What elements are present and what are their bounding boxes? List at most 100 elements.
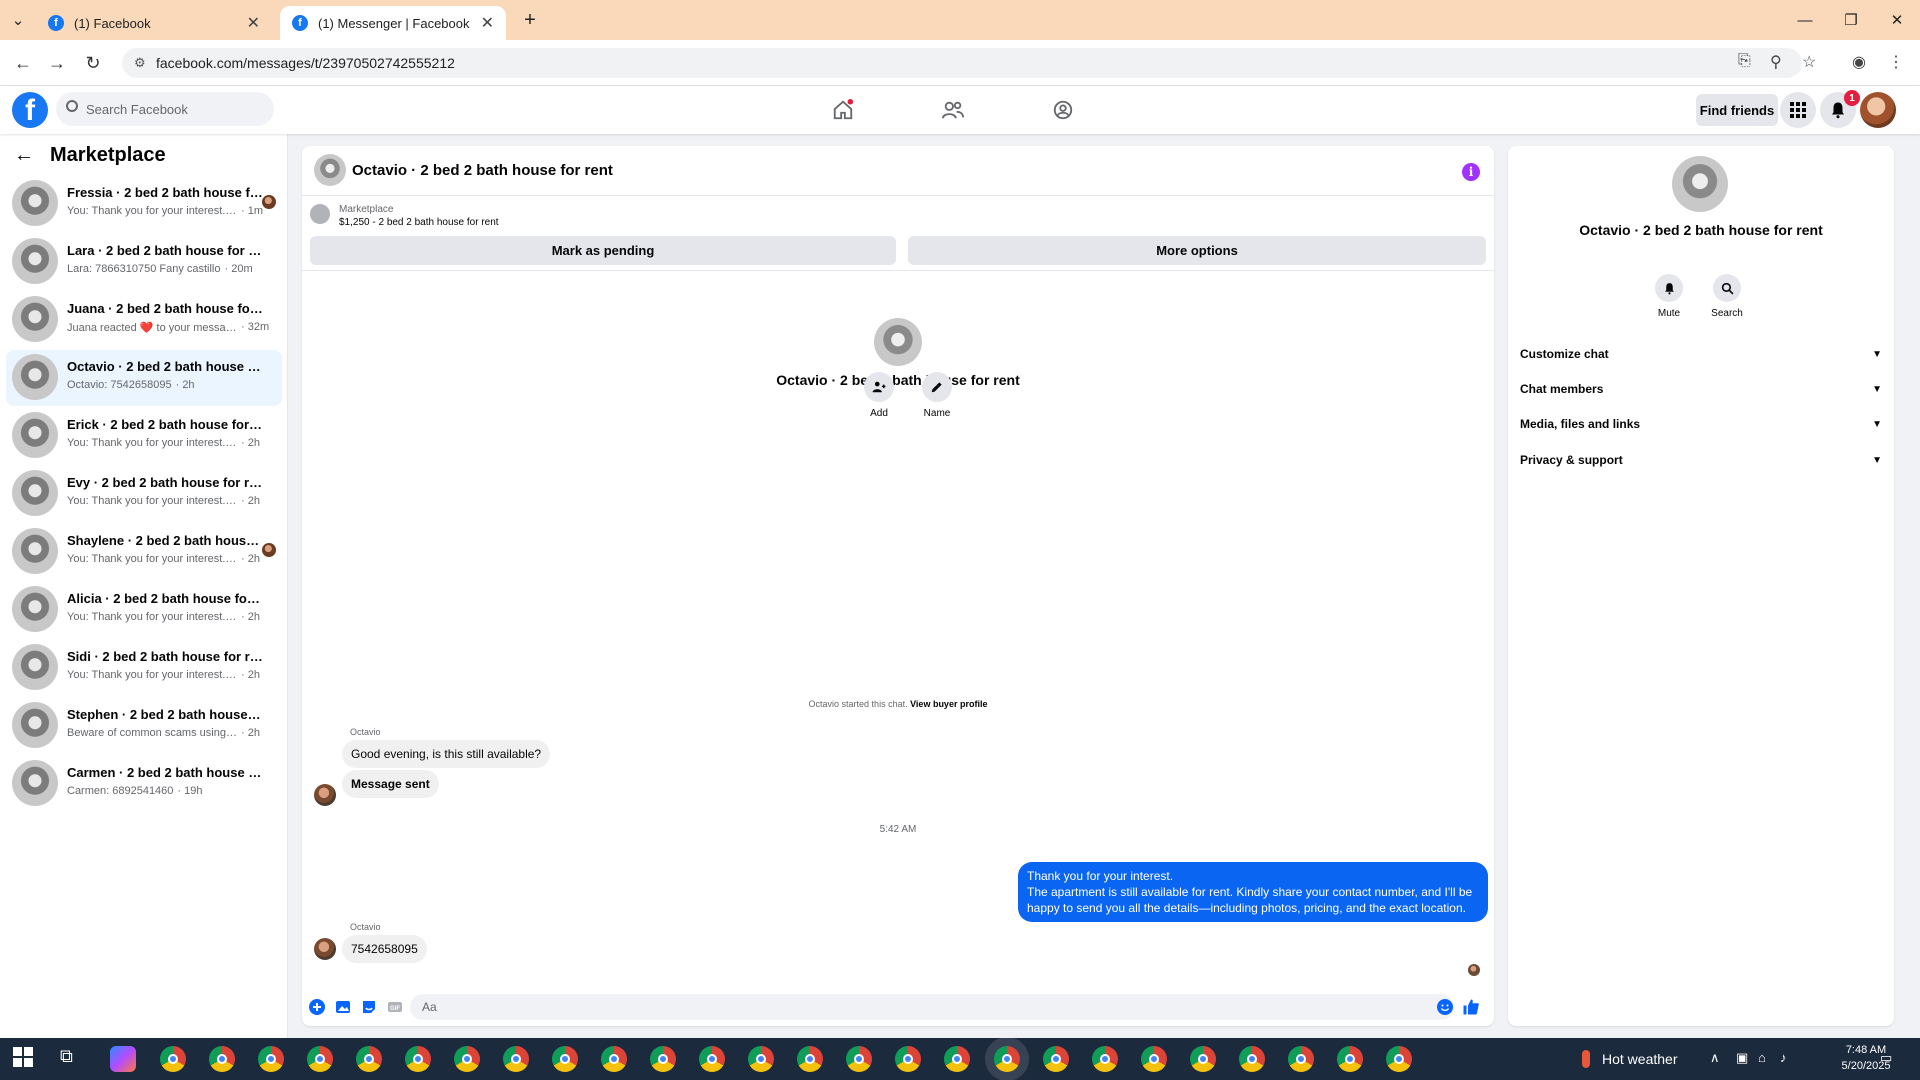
- message-input[interactable]: Aa: [410, 994, 1454, 1020]
- mute-button[interactable]: Mute: [1644, 274, 1694, 319]
- mark-as-pending-button[interactable]: Mark as pending: [310, 236, 896, 265]
- chrome-taskbar-icon[interactable]: [1386, 1046, 1412, 1072]
- chrome-taskbar-icon[interactable]: [650, 1046, 676, 1072]
- chrome-taskbar-icon[interactable]: [944, 1046, 970, 1072]
- conversation-item-fressia[interactable]: Fressia · 2 bed 2 bath house for ... You…: [6, 176, 282, 232]
- media-files-links-section[interactable]: Media, files and links ▼: [1520, 408, 1882, 440]
- chrome-taskbar-icon[interactable]: [797, 1046, 823, 1072]
- sender-avatar[interactable]: [314, 938, 336, 960]
- chrome-taskbar-icon[interactable]: [258, 1046, 284, 1072]
- info-icon[interactable]: i: [1462, 163, 1480, 181]
- add-button[interactable]: Add: [854, 372, 904, 419]
- facebook-logo-icon[interactable]: f: [12, 92, 48, 128]
- name-button[interactable]: Name: [912, 372, 962, 419]
- task-view-icon[interactable]: ⧉: [60, 1046, 86, 1072]
- back-arrow-icon[interactable]: ←: [14, 144, 34, 167]
- customize-chat-section[interactable]: Customize chat ▼: [1520, 338, 1882, 370]
- more-options-button[interactable]: More options: [908, 236, 1486, 265]
- kebab-menu-icon[interactable]: ⋮: [1888, 52, 1904, 72]
- outgoing-message[interactable]: Thank you for your interest. The apartme…: [1018, 862, 1488, 922]
- weather-widget[interactable]: Hot weather: [1582, 1050, 1677, 1068]
- thumbs-up-icon[interactable]: [1462, 998, 1480, 1016]
- listing-thumbnail[interactable]: [310, 204, 330, 224]
- chat-members-section[interactable]: Chat members ▼: [1520, 373, 1882, 405]
- close-window-icon[interactable]: ✕: [1874, 0, 1920, 40]
- chat-title[interactable]: Octavio · 2 bed 2 bath house for rent: [352, 162, 613, 179]
- profile-icon[interactable]: ◉: [1852, 52, 1866, 72]
- close-tab-icon[interactable]: ✕: [481, 13, 494, 33]
- conversation-item-lara[interactable]: Lara · 2 bed 2 bath house for rent Lara:…: [6, 234, 282, 290]
- chrome-taskbar-icon[interactable]: [1190, 1046, 1216, 1072]
- conversation-item-carmen[interactable]: Carmen · 2 bed 2 bath house for r... Car…: [6, 756, 282, 812]
- network-icon[interactable]: ⌂: [1758, 1050, 1766, 1065]
- chrome-taskbar-icon[interactable]: [160, 1046, 186, 1072]
- chrome-taskbar-icon[interactable]: [209, 1046, 235, 1072]
- chrome-taskbar-icon[interactable]: [1092, 1046, 1118, 1072]
- incoming-message[interactable]: Message sent: [342, 770, 439, 798]
- emoji-icon[interactable]: [1436, 998, 1454, 1016]
- menu-grid-icon[interactable]: [1780, 92, 1816, 128]
- find-friends-button[interactable]: Find friends: [1696, 94, 1778, 126]
- chrome-taskbar-icon[interactable]: [1288, 1046, 1314, 1072]
- new-tab-plus-icon[interactable]: +: [508, 0, 552, 40]
- gif-icon[interactable]: GIF: [386, 998, 404, 1016]
- chrome-taskbar-icon[interactable]: [1337, 1046, 1363, 1072]
- chrome-taskbar-icon[interactable]: [405, 1046, 431, 1072]
- minimize-icon[interactable]: —: [1782, 0, 1828, 40]
- page-scrollbar[interactable]: [1904, 86, 1920, 1038]
- chrome-taskbar-icon[interactable]: [307, 1046, 333, 1072]
- chrome-taskbar-icon[interactable]: [846, 1046, 872, 1072]
- zoom-icon[interactable]: ⚲: [1770, 52, 1782, 72]
- sticker-icon[interactable]: [360, 998, 378, 1016]
- install-app-icon[interactable]: ⎘: [1738, 52, 1751, 70]
- chat-avatar[interactable]: [314, 154, 346, 186]
- bookmark-star-icon[interactable]: ☆: [1802, 52, 1816, 72]
- privacy-support-section[interactable]: Privacy & support ▼: [1520, 444, 1882, 476]
- notifications-bell-icon[interactable]: 1: [1820, 90, 1860, 128]
- volume-icon[interactable]: ♪: [1780, 1050, 1787, 1065]
- conversation-item-octavio[interactable]: Octavio · 2 bed 2 bath house for r... Oc…: [6, 350, 282, 406]
- friends-icon[interactable]: [938, 96, 968, 124]
- search-in-chat-button[interactable]: Search: [1702, 274, 1752, 319]
- chrome-taskbar-icon-active[interactable]: [994, 1046, 1020, 1072]
- listing-description[interactable]: $1,250 - 2 bed 2 bath house for rent: [339, 217, 499, 228]
- chrome-taskbar-icon[interactable]: [454, 1046, 480, 1072]
- chrome-taskbar-icon[interactable]: [1239, 1046, 1265, 1072]
- restore-icon[interactable]: ❐: [1828, 0, 1874, 40]
- search-facebook-input[interactable]: Search Facebook: [56, 92, 274, 126]
- sender-avatar[interactable]: [314, 784, 336, 806]
- tab-facebook[interactable]: f (1) Facebook ✕: [36, 6, 272, 40]
- chrome-taskbar-icon[interactable]: [503, 1046, 529, 1072]
- home-icon[interactable]: [828, 96, 858, 124]
- conversation-item-shaylene[interactable]: Shaylene · 2 bed 2 bath house f... You: …: [6, 524, 282, 580]
- chrome-taskbar-icon[interactable]: [748, 1046, 774, 1072]
- conversation-item-alicia[interactable]: Alicia · 2 bed 2 bath house for rent You…: [6, 582, 282, 638]
- forward-arrow-icon[interactable]: →: [44, 50, 70, 76]
- incoming-message[interactable]: 7542658095: [342, 935, 427, 963]
- tab-messenger[interactable]: f (1) Messenger | Facebook ✕: [280, 6, 506, 40]
- photo-icon[interactable]: [334, 998, 352, 1016]
- chrome-taskbar-icon[interactable]: [699, 1046, 725, 1072]
- meet-camera-icon[interactable]: ▣: [1736, 1050, 1748, 1066]
- chrome-taskbar-icon[interactable]: [1141, 1046, 1167, 1072]
- conversation-item-stephen[interactable]: Stephen · 2 bed 2 bath house for r... Be…: [6, 698, 282, 754]
- back-arrow-icon[interactable]: ←: [10, 50, 36, 76]
- conversation-item-juana[interactable]: Juana · 2 bed 2 bath house for rent Juan…: [6, 292, 282, 348]
- windows-start-icon[interactable]: [12, 1046, 38, 1072]
- conversation-item-evy[interactable]: Evy · 2 bed 2 bath house for rent You: T…: [6, 466, 282, 522]
- reload-icon[interactable]: ↻: [80, 50, 106, 76]
- address-bar[interactable]: ⚙ facebook.com/messages/t/23970502742555…: [122, 48, 1802, 78]
- conversation-item-erick[interactable]: Erick · 2 bed 2 bath house for rent You:…: [6, 408, 282, 464]
- tab-search-chevron-icon[interactable]: ⌄: [0, 0, 36, 40]
- plus-circle-icon[interactable]: [308, 998, 326, 1016]
- incoming-message[interactable]: Good evening, is this still available?: [342, 740, 551, 768]
- chrome-taskbar-icon[interactable]: [356, 1046, 382, 1072]
- notification-center-icon[interactable]: ▭: [1880, 1050, 1892, 1066]
- view-buyer-profile-link[interactable]: View buyer profile: [910, 699, 987, 709]
- groups-icon[interactable]: [1048, 96, 1078, 124]
- chrome-taskbar-icon[interactable]: [601, 1046, 627, 1072]
- conversation-item-sidi[interactable]: Sidi · 2 bed 2 bath house for rent You: …: [6, 640, 282, 696]
- account-avatar[interactable]: [1860, 92, 1896, 128]
- chrome-taskbar-icon[interactable]: [895, 1046, 921, 1072]
- chrome-taskbar-icon[interactable]: [1043, 1046, 1069, 1072]
